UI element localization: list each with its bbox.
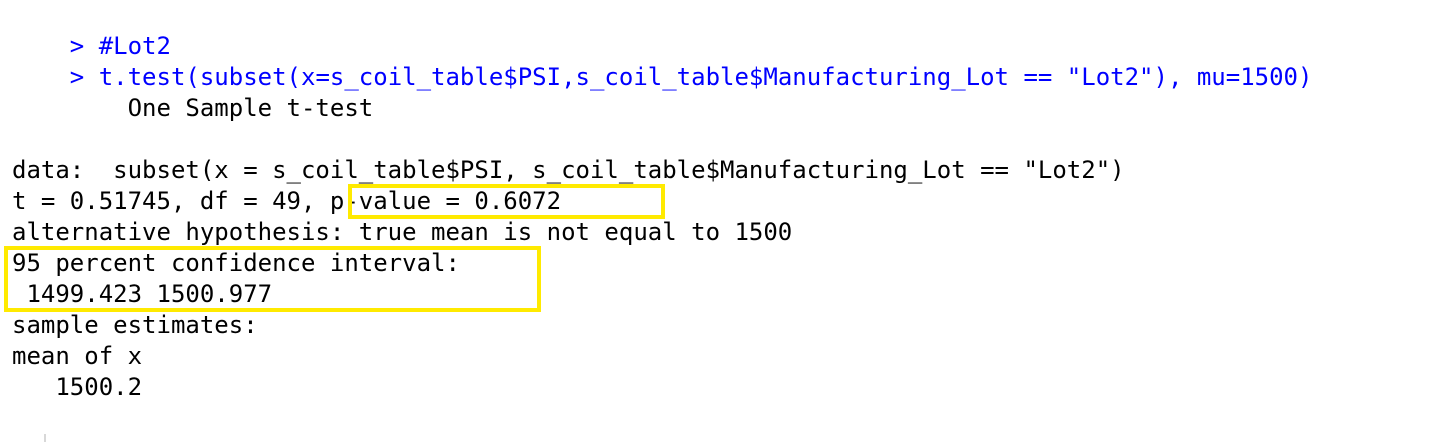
- t-df-values: t = 0.51745, df = 49,: [12, 187, 330, 215]
- data-description: data: subset(x = s_coil_table$PSI, s_coi…: [12, 156, 1125, 184]
- sample-estimates-label: sample estimates:: [12, 311, 258, 339]
- prompt-symbol: >: [69, 63, 85, 91]
- mean-label: mean of x: [12, 342, 143, 370]
- t-test-command: t.test(subset(x=s_coil_table$PSI,s_coil_…: [98, 63, 1313, 91]
- confidence-interval-highlight: [4, 246, 541, 312]
- alternative-hypothesis: alternative hypothesis: true mean is not…: [12, 218, 793, 246]
- r-console-output: > #Lot2 > t.test(subset(x=s_coil_table$P…: [12, 0, 1422, 442]
- p-value-highlight: [348, 184, 665, 219]
- console-input-line: > t.test(subset(x=s_coil_table$PSI,s_coi…: [12, 32, 1313, 91]
- test-title: One Sample t-test: [12, 94, 374, 122]
- console-cursor: [44, 434, 46, 442]
- mean-value: 1500.2: [12, 373, 143, 401]
- console-input-line: > #Lot2: [12, 1, 171, 60]
